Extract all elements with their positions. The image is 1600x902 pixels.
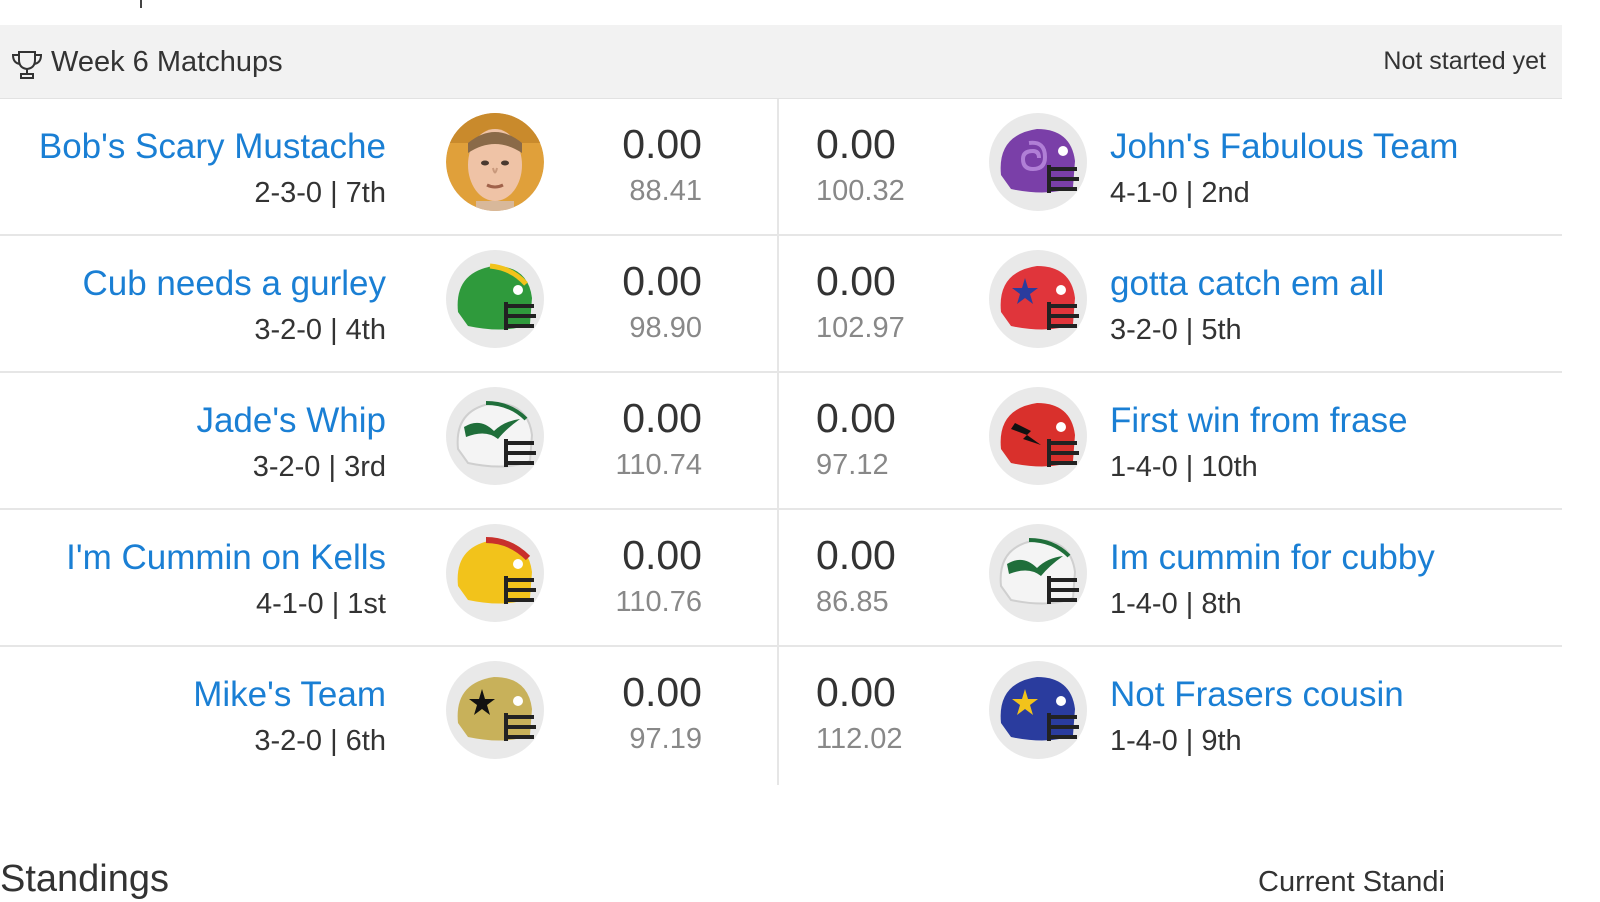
helmet-yellow-icon[interactable] xyxy=(446,524,544,622)
standings-title: Standings xyxy=(0,858,170,900)
away-score: 0.00 xyxy=(816,669,896,715)
home-team-record: 4-1-0 | 1st xyxy=(255,588,386,620)
away-team-name[interactable]: First win from frase xyxy=(1110,401,1408,441)
home-team-name[interactable]: Bob's Scary Mustache xyxy=(39,127,386,167)
current-standings-link[interactable]: Current Standi xyxy=(1258,866,1445,899)
home-projected: 98.90 xyxy=(629,312,702,344)
matchup-row: Cub needs a gurley 3-2-0 | 4th 0.00 98.9… xyxy=(0,236,1562,373)
home-projected: 88.41 xyxy=(629,175,702,207)
away-team-record: 3-2-0 | 5th xyxy=(1110,314,1242,346)
away-team-name[interactable]: John's Fabulous Team xyxy=(1110,127,1458,167)
home-team-record: 3-2-0 | 4th xyxy=(254,314,386,346)
helmet-red-bolt-icon[interactable] xyxy=(989,387,1087,485)
away-team-name[interactable]: gotta catch em all xyxy=(1110,264,1384,304)
home-score: 0.00 xyxy=(622,121,702,167)
away-team-record: 1-4-0 | 9th xyxy=(1110,725,1242,757)
home-projected: 97.19 xyxy=(629,723,702,755)
helmet-red-star-icon[interactable] xyxy=(989,250,1087,348)
home-score: 0.00 xyxy=(622,532,702,578)
home-team-name[interactable]: Mike's Team xyxy=(193,675,386,715)
trophy-icon xyxy=(11,51,43,79)
face-avatar-icon[interactable] xyxy=(446,113,544,211)
away-team-record: 1-4-0 | 10th xyxy=(1110,451,1258,483)
away-projected: 86.85 xyxy=(816,586,889,618)
helmet-gold-star-icon[interactable] xyxy=(446,661,544,759)
home-projected: 110.76 xyxy=(615,586,702,618)
home-team-name[interactable]: Jade's Whip xyxy=(196,401,386,441)
helmet-green-icon[interactable] xyxy=(446,250,544,348)
matchups-header: Week 6 Matchups Not started yet xyxy=(0,25,1562,99)
matchup-row: Jade's Whip 3-2-0 | 3rd 0.00 110.74 0.00… xyxy=(0,373,1562,510)
matchups-list: Bob's Scary Mustache 2-3-0 | 7th 0.00 88… xyxy=(0,99,1562,785)
away-score: 0.00 xyxy=(816,532,896,578)
home-team-name[interactable]: Cub needs a gurley xyxy=(82,264,386,304)
home-score: 0.00 xyxy=(622,395,702,441)
helmet-blue-star-icon[interactable] xyxy=(989,661,1087,759)
home-projected: 110.74 xyxy=(615,449,702,481)
matchup-status: Not started yet xyxy=(1383,47,1546,75)
away-projected: 97.12 xyxy=(816,449,889,481)
home-team-record: 3-2-0 | 6th xyxy=(254,725,386,757)
away-projected: 112.02 xyxy=(816,723,903,755)
matchup-row: Bob's Scary Mustache 2-3-0 | 7th 0.00 88… xyxy=(0,99,1562,236)
clipped-text-fragment xyxy=(140,0,144,8)
away-projected: 102.97 xyxy=(816,312,905,344)
away-score: 0.00 xyxy=(816,121,896,167)
home-team-name[interactable]: I'm Cummin on Kells xyxy=(66,538,386,578)
home-score: 0.00 xyxy=(622,669,702,715)
home-score: 0.00 xyxy=(622,258,702,304)
away-team-record: 1-4-0 | 8th xyxy=(1110,588,1242,620)
away-score: 0.00 xyxy=(816,395,896,441)
away-score: 0.00 xyxy=(816,258,896,304)
away-team-name[interactable]: Im cummin for cubby xyxy=(1110,538,1435,578)
helmet-white-wing-icon[interactable] xyxy=(989,524,1087,622)
panel-title: Week 6 Matchups xyxy=(51,46,283,78)
helmet-white-wing-icon[interactable] xyxy=(446,387,544,485)
matchup-row: I'm Cummin on Kells 4-1-0 | 1st 0.00 110… xyxy=(0,510,1562,647)
matchup-row: Mike's Team 3-2-0 | 6th 0.00 97.19 0.00 … xyxy=(0,647,1562,784)
home-team-record: 2-3-0 | 7th xyxy=(254,177,386,209)
home-team-record: 3-2-0 | 3rd xyxy=(252,451,386,483)
helmet-purple-swirl-icon[interactable] xyxy=(989,113,1087,211)
away-team-name[interactable]: Not Frasers cousin xyxy=(1110,675,1404,715)
away-team-record: 4-1-0 | 2nd xyxy=(1110,177,1250,209)
away-projected: 100.32 xyxy=(816,175,905,207)
